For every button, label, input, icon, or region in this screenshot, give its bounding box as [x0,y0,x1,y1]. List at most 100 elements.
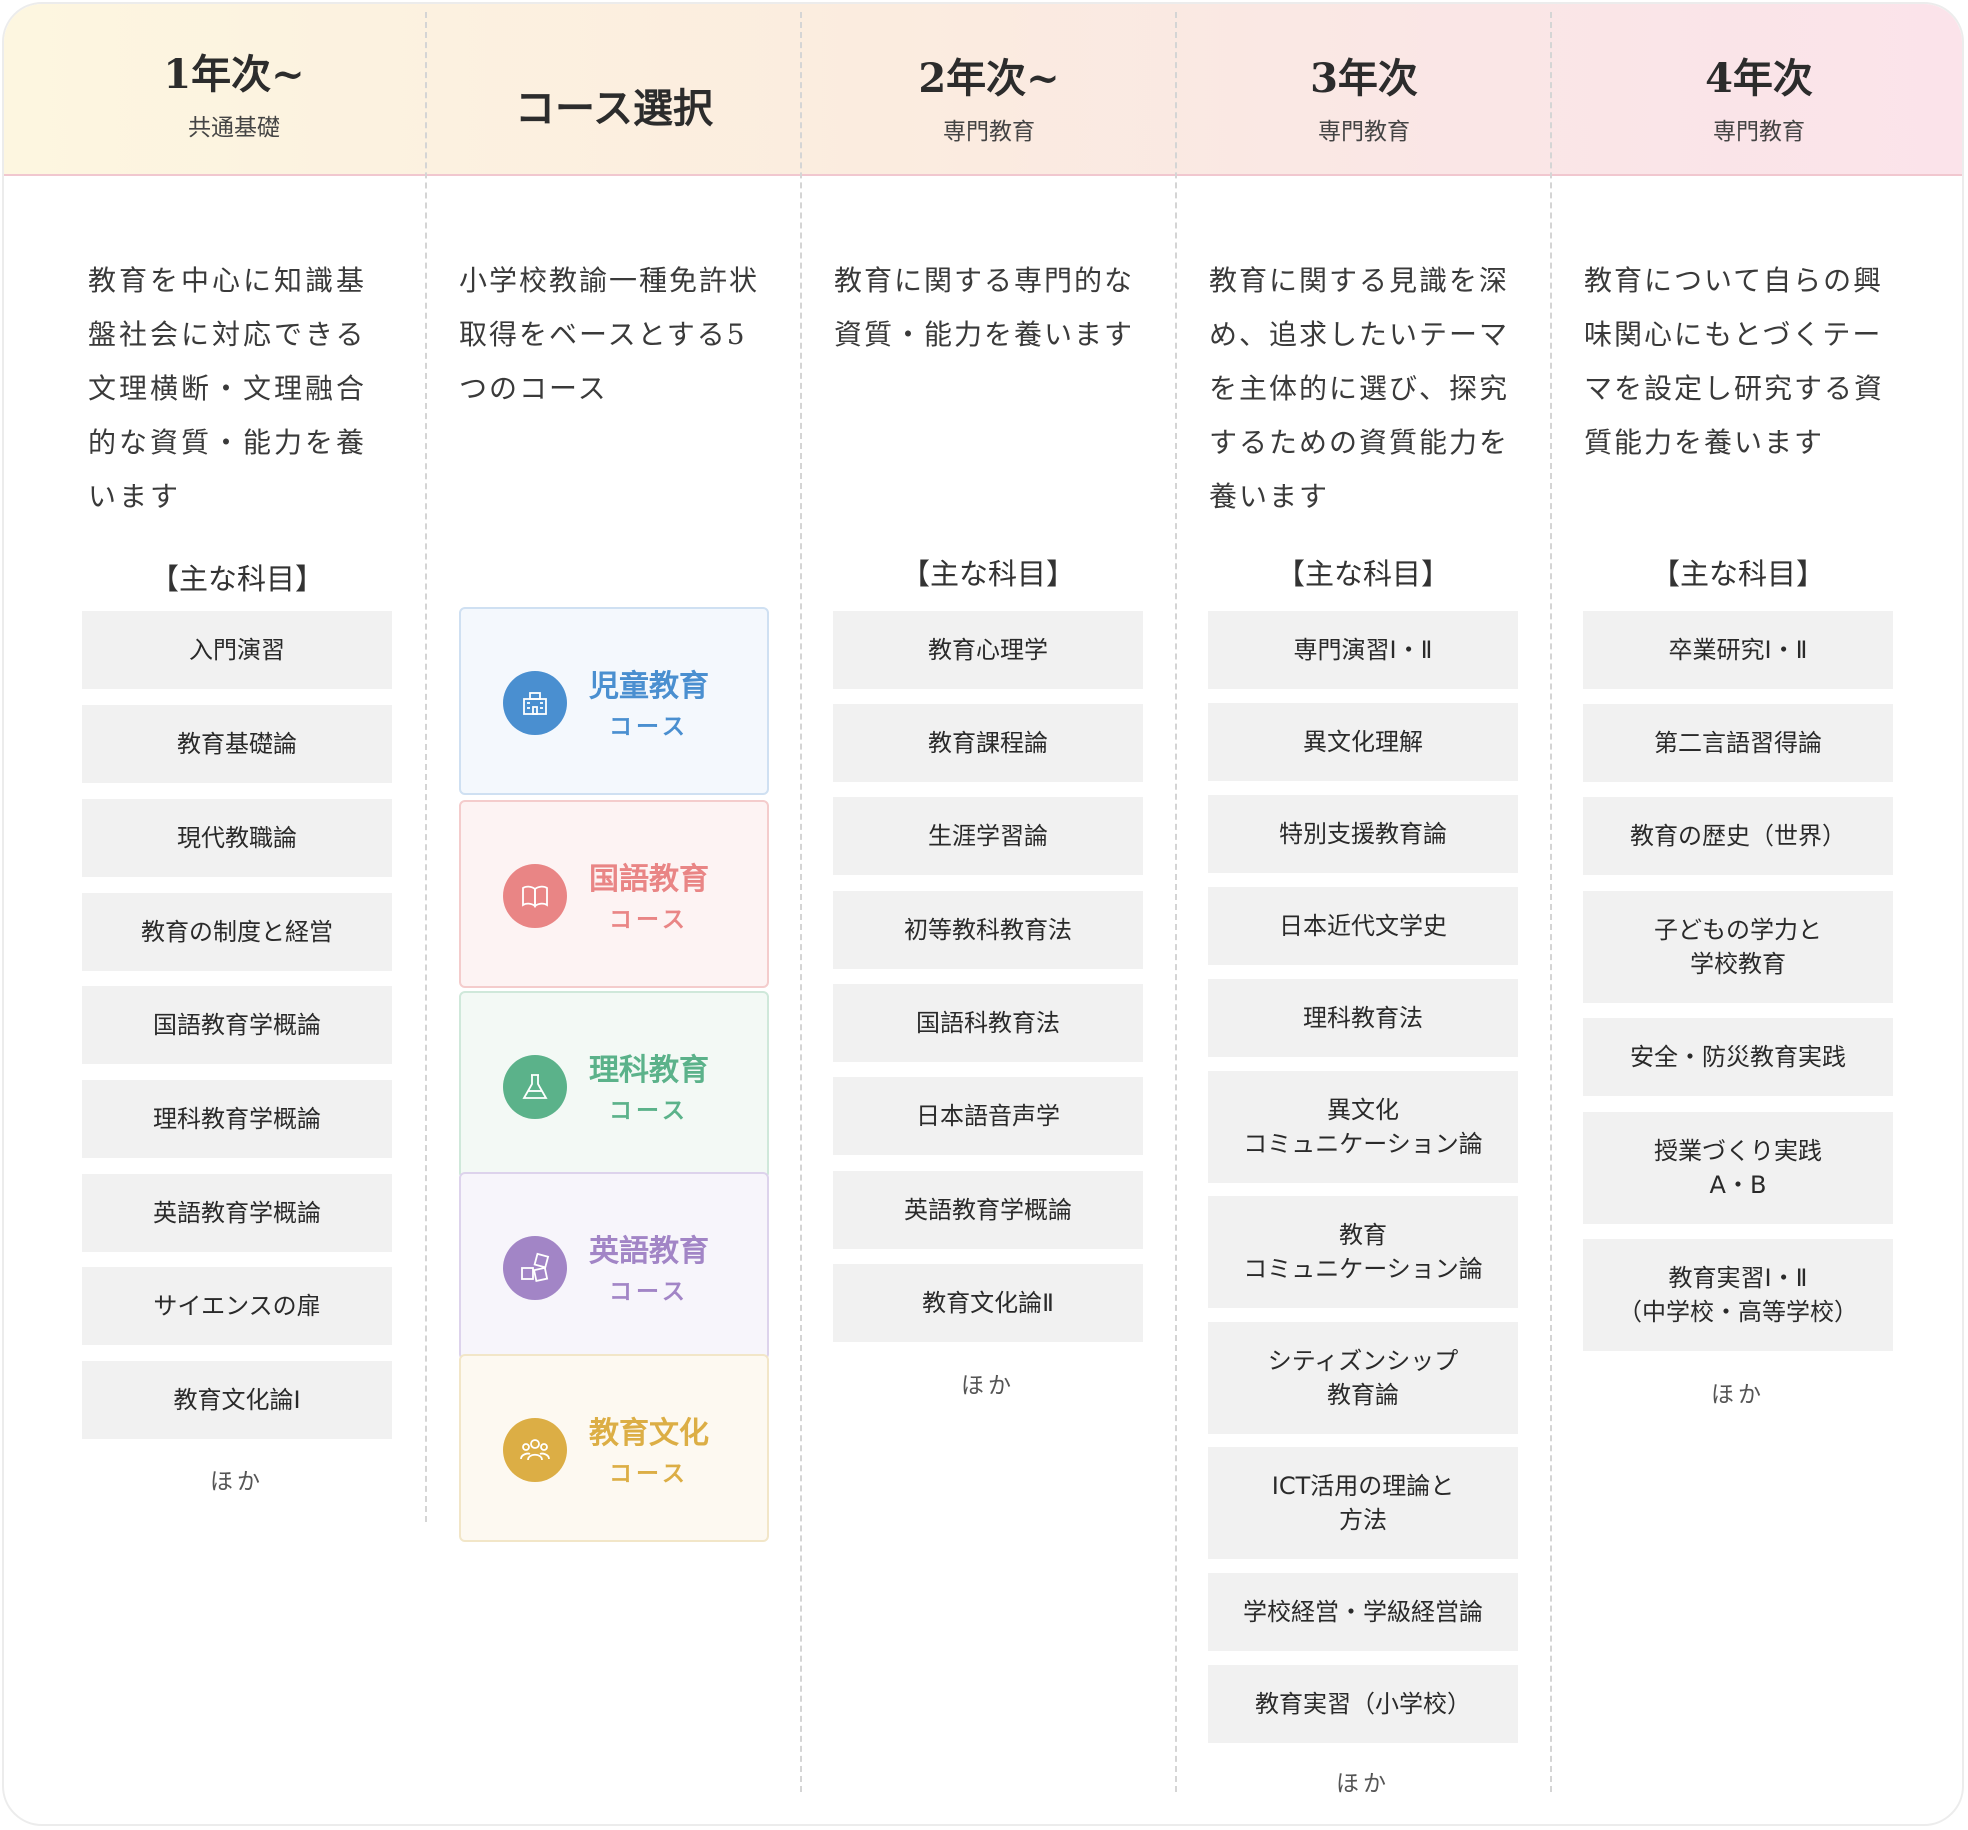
subject-item: 異文化 コミュニケーション論 [1208,1071,1518,1183]
subject-item: 入門演習 [82,611,392,689]
subject-item: ICT活用の理論と 方法 [1208,1447,1518,1559]
subject-item: 学校経営・学級経営論 [1208,1573,1518,1651]
subject-item: 教育文化論Ⅱ [833,1264,1143,1342]
desc-line: 盤社会に対応できる [88,318,367,351]
people-group-icon [503,1418,567,1482]
subject-item: 教育実習（小学校） [1208,1665,1518,1743]
course-name: 英語教育 [589,1234,709,1269]
desc-line: 質能力を養います [1584,426,1825,459]
year-1-subjects-heading: 【主な科目】 [149,562,324,596]
year-4-description: 教育について自らの興 味関心にもとづくテー マを設定し研究する資 質能力を養いま… [1584,254,1884,470]
course-name: 児童教育 [589,669,709,704]
open-book-icon [503,864,567,928]
subject-item: シティズンシップ 教育論 [1208,1322,1518,1434]
desc-line: 小学校教諭一種免許状 [459,264,760,297]
curriculum-panel: 1年次~ 共通基礎 コース選択 2年次~ 専門教育 3年次 専門教育 4年次 専… [2,2,1964,1826]
desc-line: するための資質能力を [1209,426,1510,459]
header-year-3-sub: 専門教育 [1318,119,1410,145]
subject-item: 教育心理学 [833,611,1143,689]
subject-item: 国語科教育法 [833,984,1143,1062]
header-year-2-sub: 専門教育 [943,119,1035,145]
more-label: ほか [1711,1382,1765,1408]
column-divider [1175,12,1177,1792]
year-2-description: 教育に関する専門的な 資質・能力を養います [834,254,1134,362]
column-divider [425,12,427,1522]
subject-item: 生涯学習論 [833,797,1143,875]
desc-line: 教育に関する見識を深 [1209,264,1510,297]
desc-line: 教育に関する専門的な [834,264,1135,297]
course-card-eigo[interactable]: 英語教育 コース [459,1172,769,1360]
course-card-rika[interactable]: 理科教育 コース [459,991,769,1179]
year-3-subjects-heading: 【主な科目】 [1275,557,1450,591]
subject-item: 英語教育学概論 [833,1171,1143,1249]
header-year-2: 2年次~ 専門教育 [809,4,1169,174]
header-course-select-title: コース選択 [515,85,713,132]
subject-item: 卒業研究Ⅰ・Ⅱ [1583,611,1893,689]
desc-line: 的な資質・能力を養 [88,426,368,459]
header-year-4: 4年次 専門教育 [1579,4,1939,174]
header-year-3-title: 3年次 [1310,55,1418,102]
subject-item: 特別支援教育論 [1208,795,1518,873]
subject-item: 英語教育学概論 [82,1174,392,1252]
desc-line: マを設定し研究する資 [1584,372,1885,405]
header-year-4-title: 4年次 [1705,55,1813,102]
desc-line: つのコース [459,372,608,405]
desc-line: 取得をベースとする5 [459,318,747,351]
year-4-subjects-heading: 【主な科目】 [1650,557,1825,591]
more-label: ほか [1336,1771,1390,1797]
subject-item: 安全・防災教育実践 [1583,1018,1893,1096]
subject-item: 教育の制度と経営 [82,893,392,971]
subject-item: 教育実習Ⅰ・Ⅱ （中学校・高等学校） [1583,1239,1893,1351]
year-2-subjects-heading: 【主な科目】 [900,557,1075,591]
more-label: ほか [210,1469,264,1495]
subject-item: 日本語音声学 [833,1077,1143,1155]
header-year-2-title: 2年次~ [918,55,1060,102]
subject-item: 教育の歴史（世界） [1583,797,1893,875]
course-name: 理科教育 [589,1053,709,1088]
subject-item: 初等教科教育法 [833,891,1143,969]
course-name: 国語教育 [589,862,709,897]
more-label: ほか [961,1373,1015,1399]
header-year-3: 3年次 専門教育 [1184,4,1544,174]
subject-item: 現代教職論 [82,799,392,877]
subject-item: 教育基礎論 [82,705,392,783]
subject-item: 第二言語習得論 [1583,704,1893,782]
subject-item: 国語教育学概論 [82,986,392,1064]
course-card-jido[interactable]: 児童教育 コース [459,607,769,795]
desc-line: 文理横断・文理融合 [88,372,368,405]
school-building-icon [503,671,567,735]
desc-line: 養います [1209,480,1330,513]
desc-line: 味関心にもとづくテー [1584,318,1883,351]
course-kind: コース [609,1460,689,1487]
header-course-select: コース選択 [434,4,794,174]
subject-item: 授業づくり実践 A・B [1583,1112,1893,1224]
desc-line: を主体的に選び、探究 [1209,372,1510,405]
subject-item: 日本近代文学史 [1208,887,1518,965]
subject-item: 理科教育学概論 [82,1080,392,1158]
year-1-description: 教育を中心に知識基 盤社会に対応できる 文理横断・文理融合 的な資質・能力を養 … [88,254,367,524]
subject-item: 教育文化論Ⅰ [82,1361,392,1439]
course-select-description: 小学校教諭一種免許状 取得をベースとする5 つのコース [459,254,759,416]
subject-item: 理科教育法 [1208,979,1518,1057]
course-card-kokugo[interactable]: 国語教育 コース [459,800,769,988]
letter-blocks-icon [503,1236,567,1300]
subject-item: 異文化理解 [1208,703,1518,781]
course-kind: コース [609,906,689,933]
column-divider [1550,12,1552,1792]
subject-item: 教育 コミュニケーション論 [1208,1196,1518,1308]
subject-item: 教育課程論 [833,704,1143,782]
desc-line: 教育を中心に知識基 [88,264,368,297]
course-card-bunka[interactable]: 教育文化 コース [459,1354,769,1542]
course-kind: コース [609,713,689,740]
desc-line: 教育について自らの興 [1584,264,1884,297]
subject-item: サイエンスの扉 [82,1267,392,1345]
desc-line: 資質・能力を養います [834,318,1135,351]
header-year-1: 1年次~ 共通基礎 [54,4,414,174]
year-3-description: 教育に関する見識を深 め、追求したいテーマ を主体的に選び、探究 するための資質… [1209,254,1509,524]
course-name: 教育文化 [589,1416,709,1451]
header-year-1-title: 1年次~ [163,51,305,98]
column-divider [800,12,802,1792]
desc-line: め、追求したいテーマ [1209,318,1510,351]
desc-line: います [88,480,182,513]
course-kind: コース [609,1278,689,1305]
